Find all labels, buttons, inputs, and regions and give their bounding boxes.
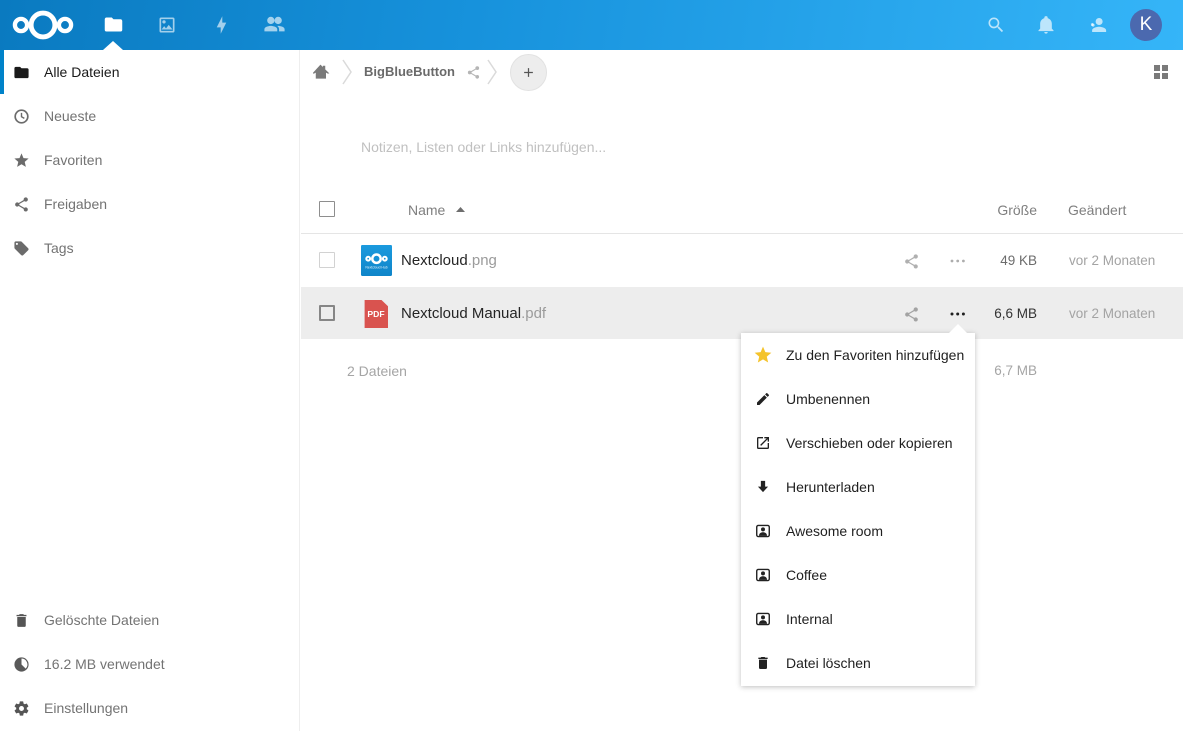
svg-text:Nextcloud Hub: Nextcloud Hub: [365, 266, 387, 270]
svg-text:PDF: PDF: [367, 309, 384, 319]
